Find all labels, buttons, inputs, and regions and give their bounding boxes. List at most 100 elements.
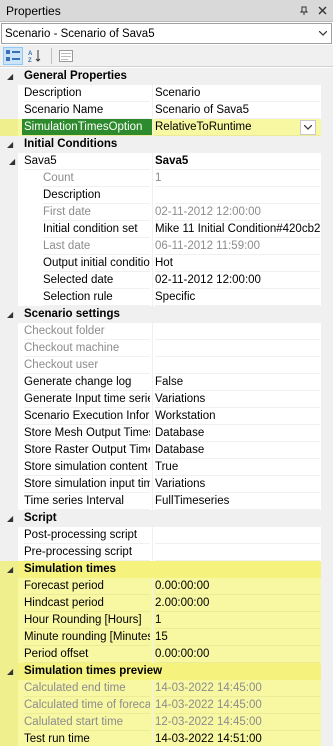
column-divider[interactable] [152, 102, 153, 119]
collapse-icon[interactable]: ◢ [7, 663, 13, 680]
column-divider[interactable] [152, 221, 153, 238]
property-row-hindcast-period[interactable]: Hindcast period 2.00:00:00 [0, 595, 333, 612]
property-row-sava5[interactable]: ◢ Sava5 Sava5 [0, 153, 333, 170]
property-value[interactable]: Variations [155, 391, 320, 408]
property-value[interactable] [155, 544, 320, 561]
column-divider[interactable] [152, 629, 153, 646]
column-divider[interactable] [152, 612, 153, 629]
column-divider[interactable] [152, 357, 153, 374]
column-divider[interactable] [152, 493, 153, 510]
column-divider[interactable] [152, 578, 153, 595]
column-divider[interactable] [152, 323, 153, 340]
property-row-last-date[interactable]: Last date 06-11-2012 11:59:00 [0, 238, 333, 255]
categorized-view-button[interactable] [3, 46, 23, 65]
property-value[interactable]: Scenario [155, 85, 320, 102]
property-value[interactable]: Hot [155, 255, 320, 272]
column-divider[interactable] [152, 425, 153, 442]
column-divider[interactable] [152, 595, 153, 612]
chevron-down-icon[interactable] [315, 24, 331, 43]
property-value[interactable]: True [155, 459, 320, 476]
property-row-calculated-end-time[interactable]: Calculated end time 14-03-2022 14:45:00 [0, 680, 333, 697]
property-row-store-simulation-content[interactable]: Store simulation content True [0, 459, 333, 476]
property-row-output-initial-condition[interactable]: Output initial condition Hot [0, 255, 333, 272]
property-value[interactable]: Sava5 [155, 153, 320, 170]
property-row-test-run-time[interactable]: Test run time 14-03-2022 14:51:00 [0, 731, 333, 746]
property-value[interactable] [155, 527, 320, 544]
property-row-hour-rounding-hours[interactable]: Hour Rounding [Hours] 1 [0, 612, 333, 629]
property-row-first-date[interactable]: First date 02-11-2012 12:00:00 [0, 204, 333, 221]
property-value[interactable]: 02-11-2012 12:00:00 [155, 272, 320, 289]
vertical-scrollbar[interactable] [321, 68, 333, 746]
property-row-calculated-time-of-forecast[interactable]: Calculated time of forecast 14-03-2022 14… [0, 697, 333, 714]
property-row-checkout-machine[interactable]: Checkout machine [0, 340, 333, 357]
property-value[interactable]: Workstation [155, 408, 320, 425]
property-row-store-raster-output-timeseries[interactable]: Store Raster Output Timeseries Database [0, 442, 333, 459]
category-script[interactable]: ◢ Script [0, 510, 333, 527]
property-value[interactable] [155, 187, 320, 204]
property-value[interactable]: Specific [155, 289, 320, 306]
property-row-simulationtimesoption[interactable]: SimulationTimesOption RelativeToRuntime [0, 119, 333, 136]
column-divider[interactable] [152, 476, 153, 493]
property-row-selection-rule[interactable]: Selection rule Specific [0, 289, 333, 306]
close-icon[interactable] [315, 4, 329, 18]
column-divider[interactable] [152, 289, 153, 306]
property-value[interactable]: Database [155, 425, 320, 442]
property-row-count[interactable]: Count 1 [0, 170, 333, 187]
property-row-checkout-folder[interactable]: Checkout folder [0, 323, 333, 340]
collapse-icon[interactable]: ◢ [7, 510, 13, 527]
property-row-scenario-name[interactable]: Scenario Name Scenario of Sava5 [0, 102, 333, 119]
category-general-properties[interactable]: ◢ General Properties [0, 68, 333, 85]
collapse-icon[interactable]: ◢ [7, 306, 13, 323]
column-divider[interactable] [152, 731, 153, 746]
property-row-pre-processing-script[interactable]: Pre-processing script [0, 544, 333, 561]
column-divider[interactable] [152, 187, 153, 204]
property-value[interactable]: RelativeToRuntime [155, 119, 320, 136]
column-divider[interactable] [152, 544, 153, 561]
property-row-forecast-period[interactable]: Forecast period 0.00:00:00 [0, 578, 333, 595]
property-row-description[interactable]: Description [0, 187, 333, 204]
property-row-minute-rounding-minutes[interactable]: Minute rounding [Minutes] 15 [0, 629, 333, 646]
column-divider[interactable] [152, 459, 153, 476]
property-value[interactable]: Variations [155, 476, 320, 493]
column-divider[interactable] [152, 119, 153, 136]
property-row-initial-condition-set[interactable]: Initial condition set Mike 11 Initial Con… [0, 221, 333, 238]
column-divider[interactable] [152, 85, 153, 102]
property-value[interactable]: False [155, 374, 320, 391]
collapse-icon[interactable]: ◢ [7, 136, 13, 153]
column-divider[interactable] [152, 238, 153, 255]
column-divider[interactable] [152, 340, 153, 357]
property-value[interactable]: Mike 11 Initial Condition#420cb20 [155, 221, 320, 238]
property-row-selected-date[interactable]: Selected date 02-11-2012 12:00:00 [0, 272, 333, 289]
column-divider[interactable] [152, 374, 153, 391]
property-row-calulated-start-time[interactable]: Calulated start time 12-03-2022 14:45:00 [0, 714, 333, 731]
column-divider[interactable] [152, 153, 153, 170]
property-row-store-simulation-input-time-series[interactable]: Store simulation input time series Variat… [0, 476, 333, 493]
property-value[interactable]: Database [155, 442, 320, 459]
property-row-post-processing-script[interactable]: Post-processing script [0, 527, 333, 544]
column-divider[interactable] [152, 527, 153, 544]
property-value[interactable]: 1 [155, 612, 320, 629]
property-row-generate-input-time-series[interactable]: Generate Input time series Variations [0, 391, 333, 408]
property-row-generate-change-log[interactable]: Generate change log False [0, 374, 333, 391]
object-selector[interactable]: Scenario - Scenario of Sava5 [1, 23, 332, 44]
column-divider[interactable] [152, 680, 153, 697]
property-value[interactable]: 2.00:00:00 [155, 595, 320, 612]
column-divider[interactable] [152, 697, 153, 714]
property-row-period-offset[interactable]: Period offset 0.00:00:00 [0, 646, 333, 663]
column-divider[interactable] [152, 204, 153, 221]
property-value[interactable]: 14-03-2022 14:51:00 [155, 731, 320, 746]
property-value[interactable]: FullTimeseries [155, 493, 320, 510]
property-pages-button[interactable] [56, 47, 76, 65]
category-scenario-settings[interactable]: ◢ Scenario settings [0, 306, 333, 323]
column-divider[interactable] [152, 442, 153, 459]
property-row-store-mesh-output-timeseries[interactable]: Store Mesh Output Timeseries Database [0, 425, 333, 442]
category-simulation-times-preview[interactable]: ◢ Simulation times preview [0, 663, 333, 680]
column-divider[interactable] [152, 646, 153, 663]
dropdown-button[interactable] [300, 120, 316, 135]
property-value[interactable]: 0.00:00:00 [155, 578, 320, 595]
property-row-scenario-execution-information[interactable]: Scenario Execution Information Workstatio… [0, 408, 333, 425]
column-divider[interactable] [152, 391, 153, 408]
column-divider[interactable] [152, 714, 153, 731]
column-divider[interactable] [152, 255, 153, 272]
property-row-description[interactable]: Description Scenario [0, 85, 333, 102]
